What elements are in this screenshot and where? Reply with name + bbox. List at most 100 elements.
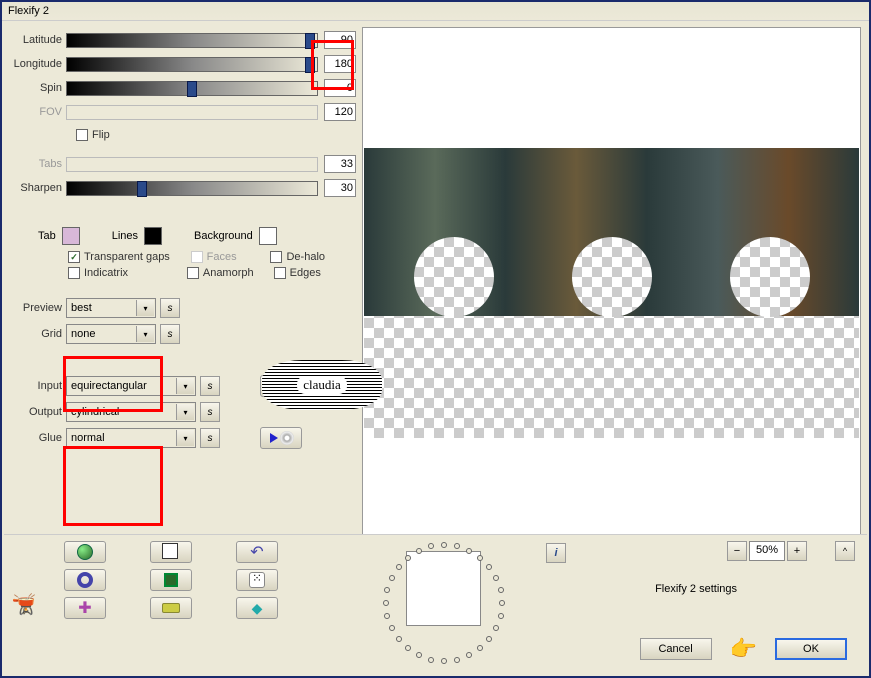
preview-value: best	[71, 302, 92, 314]
expand-button[interactable]: ^	[835, 541, 855, 561]
preview-select[interactable]: best▾	[66, 298, 156, 318]
dehalo-label: De-halo	[286, 251, 325, 263]
chevron-down-icon: ▾	[176, 378, 194, 394]
latitude-slider[interactable]	[66, 33, 318, 48]
spin-slider[interactable]	[66, 81, 318, 96]
navball-dot[interactable]	[441, 658, 447, 664]
brick-button[interactable]	[150, 597, 192, 619]
play-disc-button[interactable]	[260, 427, 302, 449]
navball-dot[interactable]	[477, 645, 483, 651]
navball-dot[interactable]	[405, 645, 411, 651]
tab-color-label: Tab	[38, 230, 56, 242]
output-select[interactable]: cylindrical▾	[66, 402, 196, 422]
ok-button[interactable]: OK	[775, 638, 847, 660]
longitude-thumb[interactable]	[305, 57, 315, 73]
cross-button[interactable]: ✚	[64, 597, 106, 619]
watermark-text: claudia	[297, 376, 347, 394]
navball-dot[interactable]	[383, 600, 389, 606]
copy-button[interactable]	[150, 541, 192, 563]
output-s-button[interactable]: s	[200, 402, 220, 422]
navball-dot[interactable]	[454, 657, 460, 663]
latitude-thumb[interactable]	[305, 33, 315, 49]
anamorph-checkbox[interactable]	[187, 267, 199, 279]
lines-color-swatch[interactable]	[144, 227, 162, 245]
navball-dot[interactable]	[493, 625, 499, 631]
navball-dot[interactable]	[416, 652, 422, 658]
indicatrix-checkbox[interactable]	[68, 267, 80, 279]
tab-color-swatch[interactable]	[62, 227, 80, 245]
transparent-gaps-checkbox[interactable]	[68, 251, 80, 263]
ring-icon	[77, 572, 93, 588]
spin-value[interactable]	[324, 79, 356, 97]
gem-icon: ◆	[252, 600, 263, 617]
navball-dot[interactable]	[384, 587, 390, 593]
navball-dot[interactable]	[384, 613, 390, 619]
square-button[interactable]	[150, 569, 192, 591]
longitude-value[interactable]	[324, 55, 356, 73]
navball[interactable]	[384, 543, 504, 663]
zoom-in-button[interactable]: +	[787, 541, 807, 561]
glue-select[interactable]: normal▾	[66, 428, 196, 448]
globe-button[interactable]	[64, 541, 106, 563]
tabs-value[interactable]	[324, 155, 356, 173]
spin-thumb[interactable]	[187, 81, 197, 97]
indicatrix-label: Indicatrix	[84, 267, 128, 279]
cancel-button[interactable]: Cancel	[640, 638, 712, 660]
anamorph-label: Anamorph	[203, 267, 254, 279]
navball-dot[interactable]	[389, 625, 395, 631]
preview-panel	[362, 27, 861, 535]
glue-s-button[interactable]: s	[200, 428, 220, 448]
navball-center[interactable]	[406, 551, 481, 626]
longitude-slider[interactable]	[66, 57, 318, 72]
glue-value: normal	[71, 432, 105, 444]
undo-button[interactable]	[236, 541, 278, 563]
navball-dot[interactable]	[416, 548, 422, 554]
ring-button[interactable]	[64, 569, 106, 591]
navball-dot[interactable]	[389, 575, 395, 581]
navball-dot[interactable]	[428, 657, 434, 663]
grid-s-button[interactable]: s	[160, 324, 180, 344]
info-button[interactable]: i	[546, 543, 566, 563]
navball-dot[interactable]	[486, 564, 492, 570]
dehalo-checkbox[interactable]	[270, 251, 282, 263]
latitude-value[interactable]	[324, 31, 356, 49]
globe-icon	[77, 544, 93, 560]
flip-checkbox[interactable]	[76, 129, 88, 141]
navball-dot[interactable]	[454, 543, 460, 549]
copy-icon	[164, 545, 178, 559]
navball-dot[interactable]	[498, 613, 504, 619]
navball-dot[interactable]	[493, 575, 499, 581]
preview-image[interactable]	[364, 148, 859, 438]
window-title: Flexify 2	[8, 5, 49, 17]
zoom-value[interactable]: 50%	[749, 541, 785, 561]
navball-dot[interactable]	[498, 587, 504, 593]
background-color-label: Background	[194, 230, 253, 242]
dice-button[interactable]	[236, 569, 278, 591]
sharpen-slider[interactable]	[66, 181, 318, 196]
navball-dot[interactable]	[441, 542, 447, 548]
zoom-out-button[interactable]: −	[727, 541, 747, 561]
navball-dot[interactable]	[486, 636, 492, 642]
navball-dot[interactable]	[477, 555, 483, 561]
sharpen-thumb[interactable]	[137, 181, 147, 197]
dice-icon	[249, 572, 265, 588]
background-color-swatch[interactable]	[259, 227, 277, 245]
navball-dot[interactable]	[428, 543, 434, 549]
navball-dot[interactable]	[396, 636, 402, 642]
input-s-button[interactable]: s	[200, 376, 220, 396]
navball-dot[interactable]	[396, 564, 402, 570]
square-icon	[164, 573, 178, 587]
grid-select[interactable]: none▾	[66, 324, 156, 344]
navball-dot[interactable]	[499, 600, 505, 606]
navball-dot[interactable]	[405, 555, 411, 561]
fov-value[interactable]	[324, 103, 356, 121]
gem-button[interactable]: ◆	[236, 597, 278, 619]
edges-checkbox[interactable]	[274, 267, 286, 279]
navball-dot[interactable]	[466, 652, 472, 658]
lines-color-label: Lines	[112, 230, 138, 242]
preview-s-button[interactable]: s	[160, 298, 180, 318]
sharpen-value[interactable]	[324, 179, 356, 197]
input-select[interactable]: equirectangular▾	[66, 376, 196, 396]
pot-icon[interactable]: 🫕	[12, 592, 37, 617]
navball-dot[interactable]	[466, 548, 472, 554]
